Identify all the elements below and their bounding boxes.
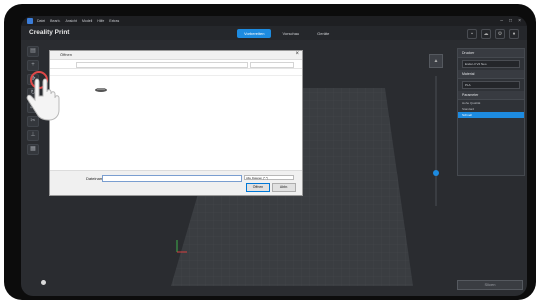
- dialog-footer: Dateiname: Alle Dateien (*.*) Öffnen Abb…: [50, 170, 302, 195]
- app-window: Datei Bearb. Ansicht Modell Hilfe Extras…: [21, 16, 527, 296]
- user-icon[interactable]: ●: [509, 29, 519, 39]
- right-settings-panel: Drucker Ender-3 V2 Neo Material PLA Para…: [457, 48, 525, 176]
- printer-header: Drucker: [458, 49, 524, 58]
- gear-icon[interactable]: ⚙: [495, 29, 505, 39]
- menu-item-tools[interactable]: Extras: [109, 19, 119, 23]
- open-file-dialog: Öffnen × Dateiname: Alle Dateien (*.*) Ö…: [49, 50, 303, 196]
- status-indicator: [41, 280, 46, 285]
- filename-input[interactable]: [102, 175, 242, 182]
- profile-item-selected[interactable]: Schnell: [458, 112, 524, 118]
- settings-header: Parameter: [458, 91, 524, 100]
- path-field[interactable]: [76, 62, 248, 68]
- tab-devices[interactable]: Geräte: [310, 29, 336, 38]
- filetype-select[interactable]: Alle Dateien (*.*): [244, 175, 294, 180]
- layer-slider-top-button[interactable]: ▲: [429, 54, 443, 68]
- menu-item-model[interactable]: Modell: [82, 19, 92, 23]
- dialog-search-input[interactable]: [250, 62, 294, 68]
- pointer-hand-icon: [26, 71, 60, 121]
- layer-slider-handle[interactable]: [433, 170, 439, 176]
- maximize-button[interactable]: □: [509, 18, 512, 24]
- layout-icon[interactable]: ▦: [27, 144, 39, 155]
- menu-bar: Datei Bearb. Ansicht Modell Hilfe Extras…: [21, 16, 527, 26]
- layer-slider-track[interactable]: [435, 76, 437, 206]
- device-frame: Datei Bearb. Ansicht Modell Hilfe Extras…: [4, 4, 536, 300]
- dialog-close-icon[interactable]: ×: [295, 51, 299, 57]
- minimize-button[interactable]: –: [500, 18, 503, 24]
- window-controls: – □ ×: [500, 18, 521, 24]
- tab-preview[interactable]: Vorschau: [275, 29, 306, 38]
- app-title: Creality Print: [29, 29, 70, 36]
- file-list[interactable]: [50, 75, 302, 170]
- top-right-icons: ▪ ☁ ⚙ ●: [467, 29, 519, 39]
- menu-item-edit[interactable]: Bearb.: [50, 19, 60, 23]
- open-button[interactable]: Öffnen: [246, 183, 270, 192]
- open-file-icon[interactable]: ▤: [27, 46, 39, 57]
- app-logo-icon: [27, 18, 33, 24]
- dialog-title-bar: Öffnen ×: [50, 51, 302, 60]
- slice-button[interactable]: Slicen: [457, 280, 523, 290]
- cloud-icon[interactable]: ☁: [481, 29, 491, 39]
- printer-select[interactable]: Ender-3 V2 Neo: [462, 60, 520, 68]
- menu-item-file[interactable]: Datei: [37, 19, 45, 23]
- save-icon[interactable]: ▪: [467, 29, 477, 39]
- material-header: Material: [458, 70, 524, 79]
- close-button[interactable]: ×: [518, 18, 521, 24]
- menu-item-view[interactable]: Ansicht: [65, 19, 76, 23]
- dialog-address-bar: [50, 60, 302, 69]
- support-icon[interactable]: ⊥: [27, 130, 39, 141]
- dialog-title: Öffnen: [60, 52, 72, 57]
- mode-tabs: Vorbereiten Vorschau Geräte: [237, 29, 336, 38]
- model-file-icon[interactable]: [94, 83, 108, 97]
- menu-item-help[interactable]: Hilfe: [97, 19, 104, 23]
- cancel-button[interactable]: Abbr.: [272, 183, 296, 192]
- material-select[interactable]: PLA: [462, 81, 520, 89]
- title-bar: Creality Print Vorbereiten Vorschau Gerä…: [21, 26, 527, 40]
- tab-prepare[interactable]: Vorbereiten: [237, 29, 272, 38]
